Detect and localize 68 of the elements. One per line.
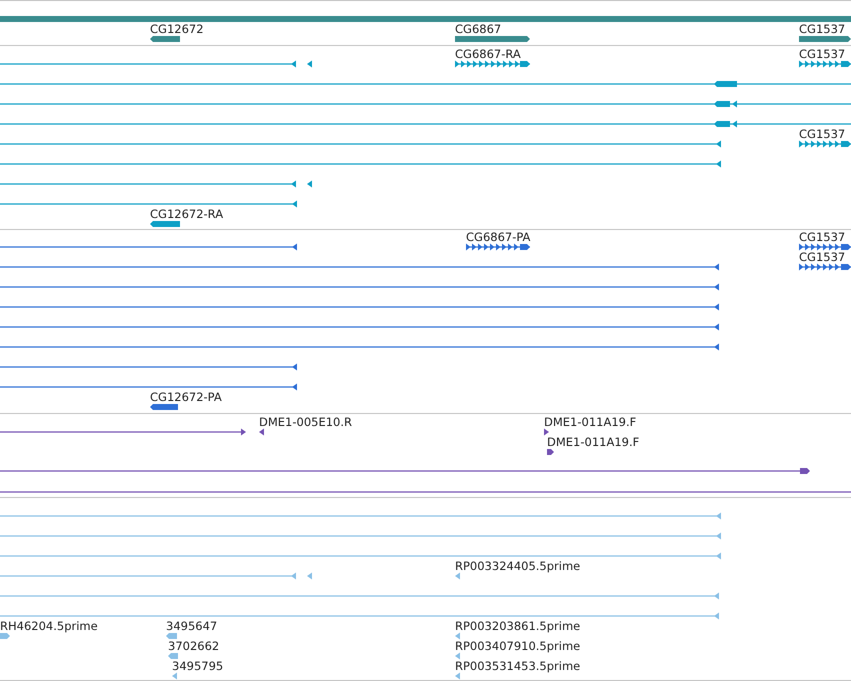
feature-label: RP003531453.5prime bbox=[455, 659, 580, 673]
transcript-glyph[interactable] bbox=[0, 140, 721, 148]
feature-label: CG1537 bbox=[799, 22, 846, 36]
transcript-glyph[interactable] bbox=[799, 140, 851, 148]
clone-end-glyph[interactable] bbox=[0, 428, 246, 436]
gene-glyph[interactable] bbox=[799, 36, 851, 42]
protein-glyph[interactable] bbox=[150, 404, 178, 410]
est-glyph[interactable] bbox=[0, 592, 719, 600]
transcript-glyph[interactable] bbox=[0, 180, 312, 188]
est-glyph[interactable] bbox=[455, 572, 460, 580]
transcript-glyph[interactable] bbox=[0, 60, 312, 68]
feature-label: RP003324405.5prime bbox=[455, 559, 580, 573]
clone-end-glyph[interactable] bbox=[547, 449, 554, 455]
feature-label: RP003203861.5prime bbox=[455, 619, 580, 633]
feature-label: CG12672-PA bbox=[150, 390, 222, 404]
protein-glyph[interactable] bbox=[0, 304, 719, 310]
est-glyph[interactable] bbox=[168, 653, 178, 659]
feature-label: CG1537 bbox=[799, 230, 846, 244]
transcript-glyph[interactable] bbox=[0, 120, 851, 128]
clone-end-glyph[interactable] bbox=[544, 428, 549, 436]
est-glyph[interactable] bbox=[0, 612, 719, 620]
feature-label: 3495647 bbox=[166, 619, 218, 633]
est-glyph[interactable] bbox=[172, 672, 177, 680]
feature-label: CG12672-RA bbox=[150, 207, 224, 221]
protein-glyph[interactable] bbox=[0, 324, 719, 330]
est-glyph[interactable] bbox=[0, 532, 721, 540]
transcript-glyph[interactable] bbox=[0, 200, 297, 208]
feature-label: RH46204.5prime bbox=[0, 619, 98, 633]
feature-label: DME1-005E10.R bbox=[259, 415, 352, 429]
feature-label: DME1-011A19.F bbox=[544, 415, 636, 429]
est-glyph[interactable] bbox=[0, 633, 10, 639]
est-glyph[interactable] bbox=[455, 632, 460, 640]
protein-glyph[interactable] bbox=[0, 344, 719, 350]
feature-label: 3702662 bbox=[168, 639, 220, 653]
feature-label: CG1537 bbox=[799, 47, 846, 61]
feature-label: CG12672 bbox=[150, 22, 204, 36]
protein-glyph[interactable] bbox=[0, 364, 297, 370]
protein-glyph[interactable] bbox=[466, 244, 530, 250]
est-glyph[interactable] bbox=[0, 552, 721, 560]
transcript-glyph[interactable] bbox=[150, 221, 180, 227]
protein-glyph[interactable] bbox=[799, 264, 851, 270]
protein-glyph[interactable] bbox=[0, 264, 719, 270]
gene-glyph[interactable] bbox=[455, 36, 530, 42]
clone-end-glyph[interactable] bbox=[259, 428, 264, 436]
feature-label: CG6867-RA bbox=[455, 47, 521, 61]
est-glyph[interactable] bbox=[0, 572, 312, 580]
transcript-glyph[interactable] bbox=[0, 160, 721, 168]
protein-glyph[interactable] bbox=[799, 244, 851, 250]
feature-label: 3495795 bbox=[172, 659, 224, 673]
feature-label: CG6867-PA bbox=[466, 230, 530, 244]
feature-label: CG6867 bbox=[455, 22, 502, 36]
feature-label: CG1537 bbox=[799, 250, 846, 264]
feature-label: DME1-011A19.F bbox=[547, 435, 640, 449]
gene-glyph[interactable] bbox=[150, 36, 180, 42]
protein-glyph[interactable] bbox=[0, 284, 719, 290]
transcript-glyph[interactable] bbox=[455, 60, 530, 68]
protein-glyph[interactable] bbox=[0, 384, 297, 390]
protein-glyph[interactable] bbox=[0, 244, 297, 250]
transcript-glyph[interactable] bbox=[799, 60, 851, 68]
feature-label: RP003407910.5prime bbox=[455, 639, 580, 653]
transcript-glyph[interactable] bbox=[0, 100, 851, 108]
est-glyph[interactable] bbox=[455, 672, 460, 680]
est-glyph[interactable] bbox=[455, 652, 460, 660]
feature-label: CG1537 bbox=[799, 127, 846, 141]
clone-end-glyph[interactable] bbox=[0, 468, 810, 474]
est-glyph[interactable] bbox=[0, 512, 721, 520]
transcript-glyph[interactable] bbox=[0, 81, 851, 87]
est-glyph[interactable] bbox=[166, 633, 177, 639]
